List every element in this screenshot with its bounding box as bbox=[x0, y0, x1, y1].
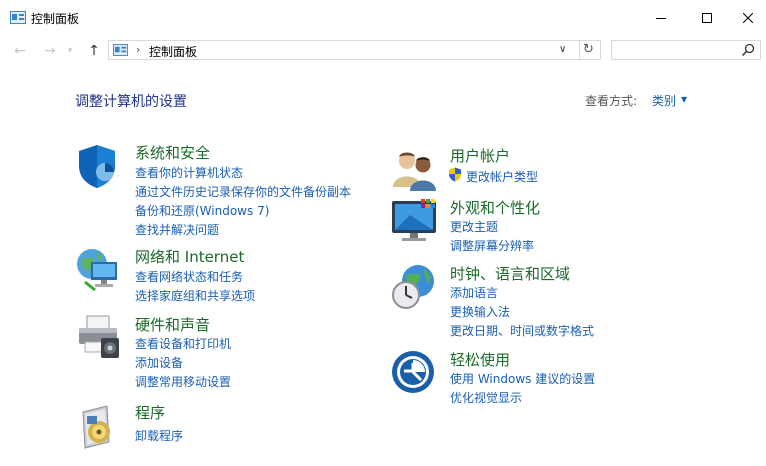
uac-shield-icon bbox=[449, 167, 461, 182]
address-dropdown-icon[interactable]: ∨ bbox=[559, 44, 566, 55]
category-title[interactable]: 轻松使用 bbox=[450, 349, 510, 370]
ease-of-access-icon[interactable] bbox=[390, 349, 438, 397]
recent-locations-button[interactable]: ▾ bbox=[64, 42, 76, 60]
search-input[interactable] bbox=[611, 40, 761, 60]
control-panel-icon bbox=[10, 11, 26, 24]
search-icon bbox=[741, 43, 755, 57]
minimize-icon bbox=[656, 18, 666, 19]
view-by-dropdown[interactable]: 类别 bbox=[652, 92, 676, 109]
up-button[interactable]: ↑ bbox=[84, 42, 104, 60]
view-by-label: 查看方式: bbox=[585, 94, 638, 108]
link-uninstall-program[interactable]: 卸载程序 bbox=[135, 427, 183, 444]
arrow-right-icon: → bbox=[44, 43, 56, 59]
users-icon[interactable] bbox=[390, 145, 438, 193]
link-backup-restore[interactable]: 备份和还原(Windows 7) bbox=[135, 202, 269, 219]
refresh-icon[interactable]: ↻ bbox=[583, 42, 594, 57]
link-mobility-settings[interactable]: 调整常用移动设置 bbox=[135, 373, 231, 390]
link-optimize-visual-display[interactable]: 优化视觉显示 bbox=[450, 389, 522, 406]
link-screen-resolution[interactable]: 调整屏幕分辨率 bbox=[450, 237, 534, 254]
category-title[interactable]: 外观和个性化 bbox=[450, 197, 540, 218]
link-view-computer-status[interactable]: 查看你的计算机状态 bbox=[135, 164, 243, 181]
maximize-button[interactable] bbox=[684, 0, 730, 36]
link-file-history-backup[interactable]: 通过文件历史记录保存你的文件备份副本 bbox=[135, 183, 351, 200]
link-recommended-settings[interactable]: 使用 Windows 建议的设置 bbox=[450, 370, 595, 387]
link-add-device[interactable]: 添加设备 bbox=[135, 354, 183, 371]
page-title: 调整计算机的设置 bbox=[75, 94, 187, 110]
clock-globe-icon[interactable] bbox=[390, 263, 438, 311]
link-homegroup[interactable]: 选择家庭组和共享选项 bbox=[135, 287, 255, 304]
network-globe-icon[interactable] bbox=[75, 246, 123, 294]
printer-icon[interactable] bbox=[75, 314, 123, 362]
shield-icon[interactable] bbox=[75, 142, 123, 190]
arrow-left-icon: ← bbox=[14, 43, 26, 59]
arrow-up-icon: ↑ bbox=[88, 43, 100, 59]
link-add-language[interactable]: 添加语言 bbox=[450, 284, 498, 301]
category-title[interactable]: 系统和安全 bbox=[135, 142, 210, 163]
minimize-button[interactable] bbox=[638, 0, 684, 36]
breadcrumb[interactable]: 控制面板 bbox=[149, 43, 197, 60]
link-devices-printers[interactable]: 查看设备和打印机 bbox=[135, 335, 231, 352]
monitor-icon[interactable] bbox=[390, 197, 438, 245]
category-title[interactable]: 网络和 Internet bbox=[135, 246, 244, 267]
close-button[interactable] bbox=[730, 0, 766, 36]
link-troubleshoot[interactable]: 查找并解决问题 bbox=[135, 221, 219, 238]
control-panel-icon bbox=[113, 44, 128, 56]
back-button[interactable]: ← bbox=[10, 42, 30, 60]
divider bbox=[579, 41, 580, 59]
programs-icon[interactable] bbox=[75, 402, 123, 450]
close-icon bbox=[743, 13, 753, 23]
maximize-icon bbox=[702, 13, 712, 23]
chevron-down-icon[interactable]: ▼ bbox=[681, 95, 687, 104]
chevron-down-icon: ▾ bbox=[67, 46, 73, 56]
category-title[interactable]: 程序 bbox=[135, 402, 165, 423]
forward-button[interactable]: → bbox=[40, 42, 60, 60]
window-title: 控制面板 bbox=[31, 12, 80, 26]
link-network-status[interactable]: 查看网络状态和任务 bbox=[135, 268, 243, 285]
breadcrumb-separator-icon: › bbox=[136, 43, 141, 56]
link-date-time-format[interactable]: 更改日期、时间或数字格式 bbox=[450, 322, 594, 339]
address-bar[interactable]: › 控制面板 ∨ ↻ bbox=[108, 40, 601, 60]
category-title[interactable]: 时钟、语言和区域 bbox=[450, 263, 570, 284]
category-title[interactable]: 硬件和声音 bbox=[135, 314, 210, 335]
link-change-input-method[interactable]: 更换输入法 bbox=[450, 303, 510, 320]
link-change-theme[interactable]: 更改主题 bbox=[450, 218, 498, 235]
link-change-account-type[interactable]: 更改帐户类型 bbox=[466, 168, 538, 185]
category-title[interactable]: 用户帐户 bbox=[450, 145, 510, 166]
title-bar: 控制面板 bbox=[0, 0, 766, 36]
